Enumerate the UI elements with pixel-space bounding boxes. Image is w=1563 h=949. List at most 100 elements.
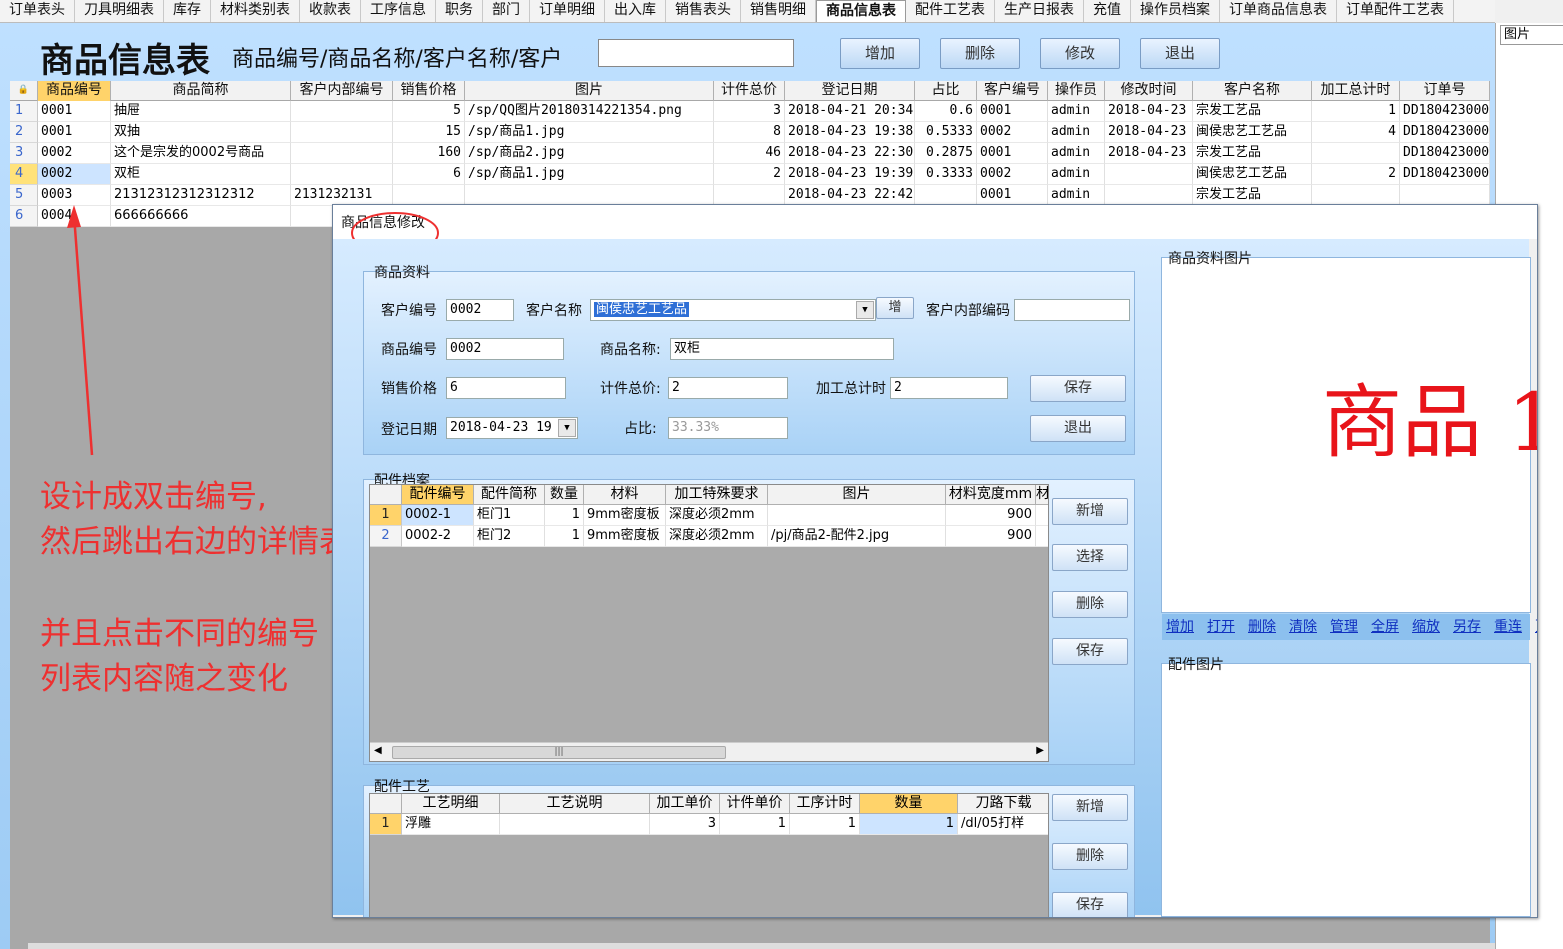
tab-10[interactable]: 销售表头 (666, 0, 741, 22)
main-cell[interactable]: 闽侯忠艺工艺品 (1193, 122, 1312, 143)
parts-cell[interactable]: 900 (946, 505, 1036, 526)
craft-cell[interactable]: 1 (790, 814, 860, 835)
image-link-4[interactable]: 管理 (1330, 614, 1358, 640)
parts-cell[interactable]: 9mm密度板 (584, 505, 666, 526)
main-cell[interactable]: 2018-04-21 20:34 (785, 101, 915, 122)
main-cell[interactable]: 2018-04-23 19:38 (785, 122, 915, 143)
main-cell[interactable]: admin (1048, 122, 1105, 143)
main-cell[interactable]: 0002 (977, 122, 1048, 143)
main-cell[interactable]: 宗发工艺品 (1193, 101, 1312, 122)
main-cell[interactable]: 6 (393, 164, 465, 185)
craft-col-header-2[interactable]: 加工单价 (650, 794, 720, 814)
main-col-header-9[interactable]: 操作员 (1048, 81, 1105, 101)
image-link-2[interactable]: 删除 (1248, 614, 1276, 640)
craft-row-header[interactable]: 1 (370, 814, 402, 835)
main-cell[interactable]: 0002 (977, 164, 1048, 185)
main-cell[interactable]: admin (1048, 185, 1105, 206)
main-col-header-8[interactable]: 客户编号 (977, 81, 1048, 101)
main-cell[interactable] (393, 185, 465, 206)
craft-cell[interactable]: 3 (650, 814, 720, 835)
craft-cell[interactable]: 1 (720, 814, 790, 835)
main-cell[interactable]: DD1804230002 (1400, 122, 1490, 143)
exit-button[interactable]: 退出 (1140, 38, 1220, 69)
craft-col-header-5[interactable]: 数量 (860, 794, 958, 814)
craft-grid[interactable]: 工艺明细 工艺说明 加工单价 计件单价 工序计时 数量 刀路下载 1 浮雕 3 1 1 1/dl/05打… (369, 793, 1049, 917)
tab-8[interactable]: 订单明细 (530, 0, 605, 22)
proc-time-field[interactable]: 2 (890, 377, 1008, 399)
date-picker[interactable]: 2018-04-23 19 ▼ (446, 417, 578, 439)
parts-cell[interactable]: 深度必须2mm (666, 526, 768, 547)
tab-15[interactable]: 充值 (1084, 0, 1131, 22)
main-cell[interactable] (465, 185, 714, 206)
parts-cell[interactable]: 1 (545, 526, 584, 547)
main-cell[interactable]: 0001 (977, 101, 1048, 122)
parts-col-header-0[interactable]: 配件编号 (402, 485, 474, 505)
craft-col-header-1[interactable]: 工艺说明 (500, 794, 650, 814)
craft-col-header-0[interactable]: 工艺明细 (402, 794, 500, 814)
tab-17[interactable]: 订单商品信息表 (1220, 0, 1337, 22)
main-col-header-6[interactable]: 登记日期 (785, 81, 915, 101)
main-cell[interactable]: 宗发工艺品 (1193, 143, 1312, 164)
tab-14[interactable]: 生产日报表 (995, 0, 1084, 22)
craft-cell[interactable]: 1 (860, 814, 958, 835)
main-cell[interactable]: /sp/QQ图片20180314221354.png (465, 101, 714, 122)
product-exit-button[interactable]: 退出 (1030, 415, 1126, 442)
main-cell[interactable]: /sp/商品1.jpg (465, 122, 714, 143)
parts-save-button[interactable]: 保存 (1052, 638, 1128, 665)
parts-cell[interactable]: 0002-1 (402, 505, 474, 526)
craft-delete-button[interactable]: 删除 (1052, 843, 1128, 870)
main-cell[interactable]: /sp/商品1.jpg (465, 164, 714, 185)
tab-16[interactable]: 操作员档案 (1131, 0, 1220, 22)
craft-col-header-6[interactable]: 刀路下载 (958, 794, 1048, 814)
customer-no-field[interactable]: 0002 (446, 299, 514, 321)
scroll-thumb[interactable]: ||| (392, 746, 726, 759)
main-cell[interactable] (714, 185, 785, 206)
main-col-header-11[interactable]: 客户名称 (1193, 81, 1312, 101)
add-button[interactable]: 增加 (840, 38, 920, 69)
main-cell[interactable]: 0.2875 (915, 143, 977, 164)
craft-cell[interactable]: 浮雕 (402, 814, 500, 835)
main-cell[interactable]: 2018-04-23 19:39 (785, 164, 915, 185)
main-col-header-10[interactable]: 修改时间 (1105, 81, 1193, 101)
parts-cell[interactable]: 柜门2 (474, 526, 545, 547)
product-save-button[interactable]: 保存 (1030, 375, 1126, 402)
main-cell[interactable]: 0.3333 (915, 164, 977, 185)
parts-col-header-7[interactable]: 材 (1036, 485, 1048, 505)
main-cell[interactable]: 闽侯忠艺工艺品 (1193, 164, 1312, 185)
parts-new-button[interactable]: 新增 (1052, 498, 1128, 525)
image-link-5[interactable]: 全屏 (1371, 614, 1399, 640)
edit-button[interactable]: 修改 (1040, 38, 1120, 69)
main-cell[interactable]: 2 (714, 164, 785, 185)
main-col-header-4[interactable]: 图片 (465, 81, 714, 101)
parts-grid-scrollbar[interactable]: ◀ ||| ▶ (370, 742, 1048, 761)
parts-cell[interactable]: 柜门1 (474, 505, 545, 526)
parts-col-header-3[interactable]: 材料 (584, 485, 666, 505)
main-col-header-13[interactable]: 订单号 (1400, 81, 1490, 101)
parts-corner[interactable] (370, 485, 402, 505)
main-cell[interactable] (1105, 164, 1193, 185)
tab-7[interactable]: 部门 (483, 0, 530, 22)
craft-new-button[interactable]: 新增 (1052, 794, 1128, 821)
image-link-8[interactable]: 重连 (1494, 614, 1522, 640)
main-col-header-12[interactable]: 加工总计时 (1312, 81, 1400, 101)
main-cell[interactable]: 2018-04-23 (1105, 101, 1193, 122)
craft-col-header-3[interactable]: 计件单价 (720, 794, 790, 814)
main-cell[interactable]: 2018-04-23 22:42 (785, 185, 915, 206)
main-col-header-5[interactable]: 计件总价 (714, 81, 785, 101)
image-link-6[interactable]: 缩放 (1412, 614, 1440, 640)
parts-col-header-1[interactable]: 配件简称 (474, 485, 545, 505)
parts-cell[interactable]: /pj/商品2-配件2.jpg (768, 526, 946, 547)
parts-delete-button[interactable]: 删除 (1052, 591, 1128, 618)
piece-total-field[interactable]: 2 (668, 377, 788, 399)
parts-cell[interactable]: 9mm密度板 (584, 526, 666, 547)
main-col-header-3[interactable]: 销售价格 (393, 81, 465, 101)
parts-row-header[interactable]: 1 (370, 505, 402, 526)
image-link-0[interactable]: 增加 (1166, 614, 1194, 640)
main-cell[interactable] (1312, 143, 1400, 164)
image-link-3[interactable]: 清除 (1289, 614, 1317, 640)
main-cell[interactable]: 46 (714, 143, 785, 164)
internal-no-field[interactable] (1014, 299, 1130, 321)
craft-save-button[interactable]: 保存 (1052, 892, 1128, 917)
parts-row-header[interactable]: 2 (370, 526, 402, 547)
tab-9[interactable]: 出入库 (605, 0, 666, 22)
